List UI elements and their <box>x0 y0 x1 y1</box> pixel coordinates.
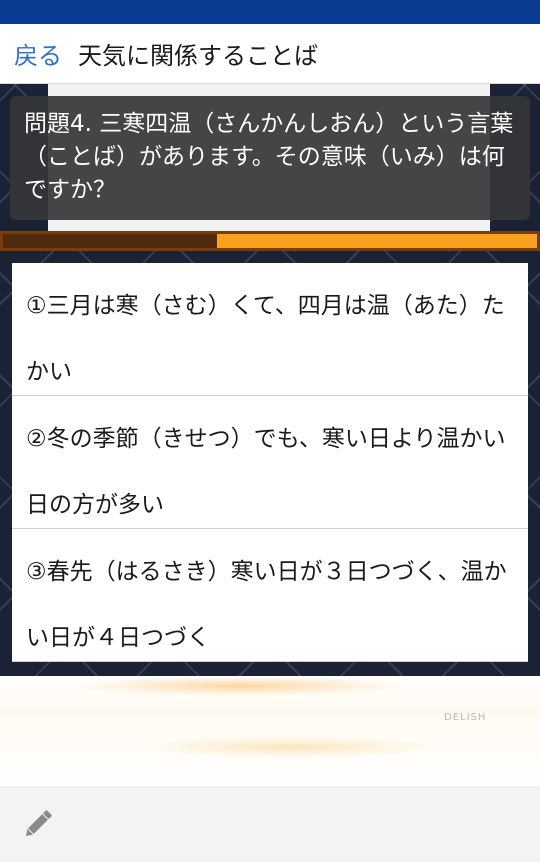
edit-button[interactable] <box>20 806 56 842</box>
answer-list: ①三月は寒（さむ）くて、四月は温（あた）たかい ②冬の季節（きせつ）でも、寒い日… <box>12 263 528 662</box>
answer-option-3[interactable]: ③春先（はるさき）寒い日が３日つづく、温かい日が４日つづく <box>12 529 528 662</box>
answer-option-2[interactable]: ②冬の季節（きせつ）でも、寒い日より温かい日の方が多い <box>12 396 528 529</box>
answer-option-text: ①三月は寒（さむ）くて、四月は温（あた）たかい <box>26 293 505 385</box>
page-title: 天気に関係することば <box>78 42 318 70</box>
ad-watermark: DELISH <box>444 712 487 723</box>
answer-option-text: ②冬の季節（きせつ）でも、寒い日より温かい日の方が多い <box>26 426 506 518</box>
ad-glow <box>140 736 440 758</box>
question-box: 問題4. 三寒四温（さんかんしおん）という言葉（ことば）があります。その意味（い… <box>10 96 530 220</box>
bottom-toolbar <box>0 786 540 862</box>
status-bar <box>0 0 540 24</box>
pencil-icon <box>25 810 52 837</box>
ad-banner[interactable]: DELISH <box>0 676 540 786</box>
question-text: 問題4. 三寒四温（さんかんしおん）という言葉（ことば）があります。その意味（い… <box>24 111 514 203</box>
progress-bar <box>0 231 540 251</box>
answer-option-text: ③春先（はるさき）寒い日が３日つづく、温かい日が４日つづく <box>26 559 507 651</box>
ad-glow <box>70 676 410 696</box>
answer-option-1[interactable]: ①三月は寒（さむ）くて、四月は温（あた）たかい <box>12 263 528 396</box>
navigation-bar: 戻る 天気に関係することば <box>0 24 540 84</box>
progress-fill <box>3 234 217 248</box>
back-button[interactable]: 戻る <box>0 36 62 71</box>
